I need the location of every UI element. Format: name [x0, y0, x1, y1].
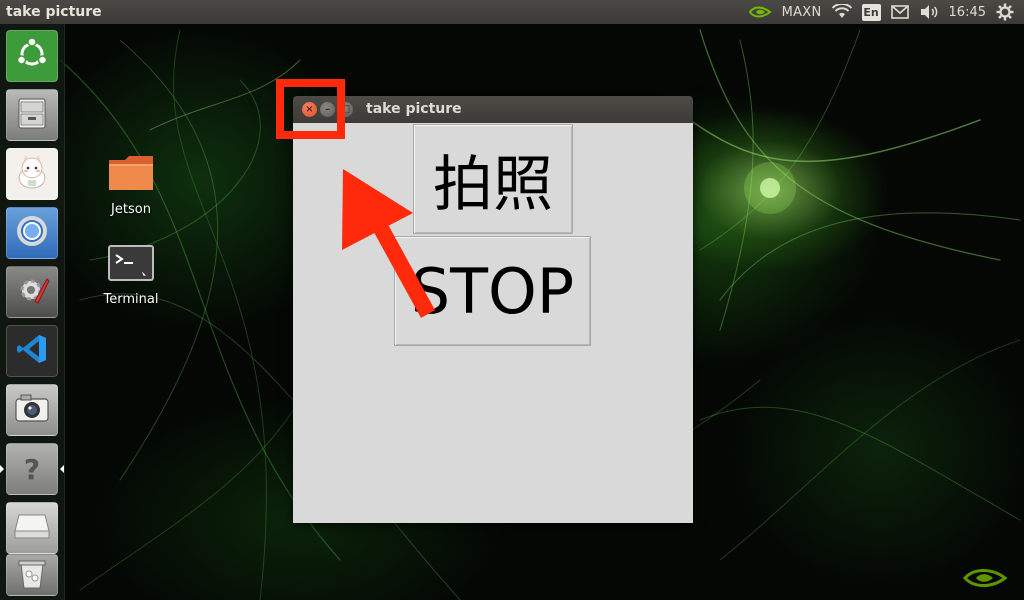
top-panel: take picture MAXN En 16:45 — [0, 0, 1024, 24]
indicator-area: MAXN En 16:45 — [748, 0, 1024, 24]
launcher-trash[interactable] — [6, 554, 58, 596]
launcher-running-indicator — [0, 465, 4, 473]
launcher-files[interactable] — [6, 89, 58, 141]
take-picture-window: × – □ take picture 拍照 STOP — [293, 96, 693, 523]
terminal-icon — [96, 244, 166, 288]
chromium-icon — [14, 213, 50, 253]
window-title: take picture — [366, 101, 462, 117]
vscode-icon — [15, 332, 49, 370]
active-app-title: take picture — [6, 4, 102, 20]
window-content: 拍照 STOP — [293, 123, 693, 523]
settings-tools-icon — [13, 271, 51, 313]
launcher-cat-app[interactable] — [6, 148, 58, 200]
ubuntu-logo-icon — [14, 36, 50, 76]
camera-icon — [13, 391, 51, 429]
trash-icon — [17, 556, 47, 594]
launcher-system-settings[interactable] — [6, 266, 58, 318]
nvidia-logo-icon[interactable] — [748, 4, 772, 20]
file-cabinet-icon — [14, 95, 50, 135]
stop-button[interactable]: STOP — [394, 236, 591, 346]
wifi-icon[interactable] — [831, 4, 852, 20]
desktop-icon-jetson[interactable]: Jetson — [96, 152, 166, 217]
window-titlebar[interactable]: × – □ take picture — [293, 96, 693, 123]
desktop-icon-label: Jetson — [111, 202, 151, 217]
volume-icon[interactable] — [919, 4, 939, 20]
keyboard-language-indicator[interactable]: En — [861, 3, 881, 21]
nvidia-watermark-icon — [962, 566, 1008, 594]
folder-icon — [96, 152, 166, 198]
launcher-help[interactable]: ? — [6, 443, 58, 495]
desktop-icon-label: Terminal — [103, 292, 159, 307]
launcher-removable-drive[interactable] — [6, 502, 58, 554]
drive-icon — [13, 511, 51, 545]
launcher-focus-indicator — [60, 465, 64, 473]
launcher-camera-app[interactable] — [6, 384, 58, 436]
launcher-chromium[interactable] — [6, 207, 58, 259]
mail-icon[interactable] — [890, 5, 909, 19]
desktop-icon-terminal[interactable]: Terminal — [96, 244, 166, 307]
clock[interactable]: 16:45 — [949, 5, 986, 20]
gear-icon[interactable] — [996, 3, 1014, 21]
launcher: ? — [0, 24, 65, 600]
cat-app-icon — [12, 152, 52, 196]
power-mode-indicator[interactable]: MAXN — [782, 5, 822, 20]
annotation-highlight-box — [276, 79, 345, 139]
take-photo-button[interactable]: 拍照 — [413, 124, 573, 234]
help-icon: ? — [23, 452, 41, 486]
launcher-vscode[interactable] — [6, 325, 58, 377]
launcher-ubuntu-dash[interactable] — [6, 30, 58, 82]
